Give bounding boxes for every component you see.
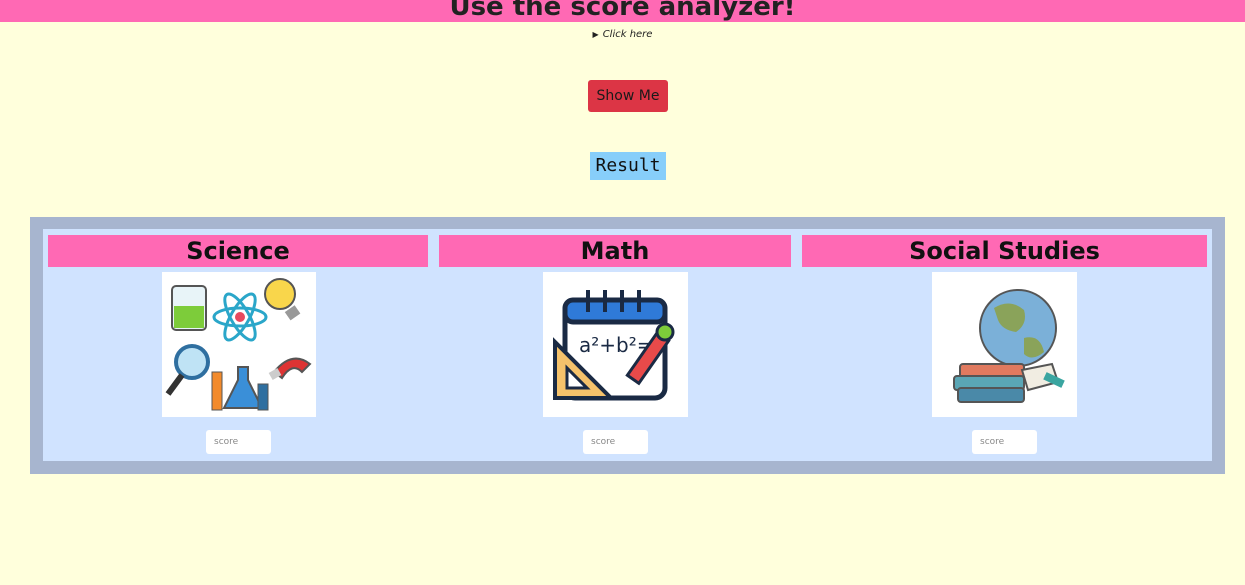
- subjects-panel: Science score Math a²+b²=? score Social …: [30, 217, 1225, 474]
- subject-title-math: Math: [439, 235, 791, 267]
- page-title: Use the score analyzer!: [449, 0, 796, 22]
- subject-title-social-studies: Social Studies: [802, 235, 1207, 267]
- subjects-panel-inner: Science score Math a²+b²=? score Social …: [43, 229, 1212, 461]
- details-summary[interactable]: Click here: [603, 29, 653, 40]
- show-me-button[interactable]: Show Me: [588, 80, 668, 112]
- math-clipart-icon: a²+b²=?: [553, 290, 675, 401]
- social-studies-score-input[interactable]: [972, 430, 1037, 454]
- math-image: a²+b²=?: [543, 272, 688, 417]
- science-image: [162, 272, 316, 417]
- subject-title-science: Science: [48, 235, 428, 267]
- math-score-input[interactable]: [583, 430, 648, 454]
- science-clipart-icon: [165, 278, 312, 411]
- subject-column-social-studies: Social Studies: [802, 229, 1207, 461]
- science-score-input[interactable]: [206, 430, 271, 454]
- result-display: Result: [590, 152, 666, 180]
- subject-column-math: Math a²+b²=?: [439, 229, 791, 461]
- social-studies-image: [932, 272, 1077, 417]
- social-studies-clipart-icon: [953, 289, 1065, 403]
- details-toggle[interactable]: ▶ Click here: [0, 29, 1245, 40]
- disclosure-triangle-icon: ▶: [592, 30, 599, 39]
- subject-column-science: Science: [48, 229, 428, 461]
- page-header: Use the score analyzer!: [0, 0, 1245, 22]
